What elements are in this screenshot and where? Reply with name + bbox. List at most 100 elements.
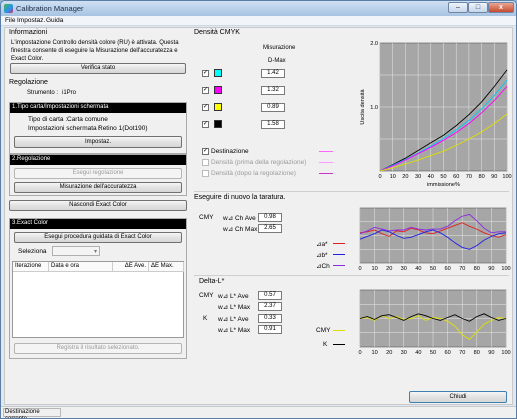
minimize-button[interactable]: – bbox=[448, 2, 468, 13]
strumento-value: i1Pro bbox=[62, 90, 77, 96]
x-tick-label: 70 bbox=[466, 174, 472, 180]
x-tick-label: 80 bbox=[478, 174, 484, 180]
maximize-button[interactable]: □ bbox=[468, 2, 488, 13]
info-text: L'impostazione Controllo densità colore … bbox=[11, 39, 179, 63]
client-area: Informazioni L'impostazione Controllo de… bbox=[4, 27, 513, 405]
destination-checkbox[interactable]: ✓ bbox=[202, 148, 209, 155]
magenta-dmax-value: 1.32 bbox=[261, 86, 285, 95]
impostaz-button[interactable]: Impostaz. bbox=[14, 136, 182, 148]
dmax-column-header: D-Max bbox=[268, 58, 286, 64]
delta-ab-chart: 0 10 20 30 40 50 60 70 80 90 100 bbox=[358, 207, 511, 272]
info-heading: Informazioni bbox=[9, 29, 48, 36]
menu-guida[interactable]: Guida bbox=[46, 17, 63, 24]
delta-l-heading: Delta-L* bbox=[199, 278, 225, 285]
x-tick-label: 0 bbox=[358, 266, 361, 272]
y-tick-label: 2.0 bbox=[370, 41, 378, 47]
status-text: Destinazione corrente bbox=[3, 408, 61, 418]
column-header-de-ave[interactable]: ΔE Ave. bbox=[113, 262, 149, 272]
info-text-line: L'impostazione Controllo densità colore … bbox=[11, 40, 179, 46]
cmy-l-ave-label: w⊿ L* Ave bbox=[218, 293, 249, 300]
close-window-button[interactable]: x bbox=[488, 2, 514, 13]
retune-cmy-label: CMY bbox=[199, 214, 214, 221]
seleziona-dropdown[interactable]: ▾ bbox=[52, 246, 100, 256]
cmy-l-max-value: 2.37 bbox=[258, 302, 282, 311]
x-tick-label: 50 bbox=[430, 266, 436, 272]
column-header-data-ora[interactable]: Data e ora bbox=[49, 262, 113, 272]
density-curve-chart: 0 10 20 30 40 50 60 70 80 90 100 1.0 2.0 immissione% U… bbox=[360, 41, 512, 188]
x-tick-label: 90 bbox=[488, 350, 494, 356]
x-tick-label: 90 bbox=[491, 174, 497, 180]
close-button[interactable]: Chiudi bbox=[409, 391, 507, 403]
section-divider bbox=[194, 191, 509, 192]
k-legend-label: K bbox=[323, 341, 328, 348]
cmy-legend-label: CMY bbox=[316, 327, 331, 334]
calibration-manager-window: Calibration Manager – □ x File Impostaz.… bbox=[0, 0, 517, 419]
x-tick-label: 60 bbox=[444, 266, 450, 272]
before-adjustment-label: Densità (prima della regolazione) bbox=[211, 159, 307, 166]
cmyk-heading: Densità CMYK bbox=[194, 29, 240, 36]
title-bar[interactable]: Calibration Manager – □ x bbox=[1, 1, 516, 16]
x-tick-label: 70 bbox=[459, 266, 465, 272]
section-divider bbox=[194, 275, 509, 276]
section-2-title: 2.Regolazione bbox=[10, 155, 186, 165]
register-result-button[interactable]: Registra il risultato selezionato. bbox=[14, 343, 182, 354]
x-tick-label: 70 bbox=[459, 350, 465, 356]
hide-exact-color-button[interactable]: Nascondi Exact Color bbox=[9, 200, 187, 211]
cmy-l-ave-value: 0.57 bbox=[258, 291, 282, 300]
delta-b-legend-line bbox=[333, 254, 345, 255]
delta-b-label: ⊿b* bbox=[316, 252, 328, 259]
cyan-checkbox[interactable]: ✓ bbox=[202, 70, 209, 77]
k-l-max-value: 0.91 bbox=[258, 325, 282, 334]
menu-impostaz[interactable]: Impostaz. bbox=[17, 17, 45, 24]
exact-color-wizard-button[interactable]: Esegui procedura guidata di Exact Color bbox=[14, 232, 182, 243]
screen-settings-label: Impostazioni schermata : bbox=[28, 125, 101, 132]
run-adjustment-button[interactable]: Esegui regolazione bbox=[14, 168, 182, 179]
column-header-de-max[interactable]: ΔE Max. bbox=[149, 262, 184, 272]
after-adjustment-legend-line bbox=[319, 173, 333, 174]
k-l-max-label: w⊿ L* Max bbox=[218, 327, 251, 334]
delta-ch-legend-line bbox=[333, 265, 345, 266]
exact-color-panel: 3.Exact Color Esegui procedura guidata d… bbox=[9, 218, 187, 359]
info-text-line: Exact Color. bbox=[11, 56, 44, 62]
k-legend-line bbox=[333, 344, 345, 345]
delta-l-cmy-label: CMY bbox=[199, 292, 214, 299]
ch-ave-label: w⊿ Ch Ave bbox=[223, 215, 256, 222]
before-adjustment-checkbox[interactable] bbox=[202, 159, 209, 166]
y-axis-label: Uscita densità bbox=[360, 89, 366, 125]
status-bar: Destinazione corrente bbox=[1, 406, 516, 418]
y-tick-label: 1.0 bbox=[370, 105, 378, 111]
magenta-checkbox[interactable]: ✓ bbox=[202, 87, 209, 94]
x-tick-label: 100 bbox=[502, 174, 511, 180]
after-adjustment-checkbox[interactable] bbox=[202, 170, 209, 177]
paper-type-label: Tipo di carta : bbox=[28, 116, 68, 123]
accuracy-measurement-button[interactable]: Misurazione dell'accuratezza bbox=[14, 182, 182, 193]
delta-ch-label: ⊿Ch bbox=[316, 263, 330, 270]
chevron-down-icon: ▾ bbox=[93, 249, 97, 255]
ch-max-label: w⊿ Ch Max bbox=[223, 226, 258, 233]
x-tick-label: 30 bbox=[401, 266, 407, 272]
cyan-swatch bbox=[214, 69, 222, 77]
measurement-column-header: Misurazione bbox=[263, 45, 296, 51]
cyan-dmax-value: 1.42 bbox=[261, 69, 285, 78]
section-1-title: 1.Tipo carta/Impostazioni schermata bbox=[10, 103, 186, 113]
exact-color-table[interactable]: Iterazione Data e ora ΔE Ave. ΔE Max. bbox=[12, 261, 184, 338]
x-tick-label: 0 bbox=[358, 350, 361, 356]
black-checkbox[interactable]: ✓ bbox=[202, 121, 209, 128]
k-l-ave-label: w⊿ L* Ave bbox=[218, 316, 249, 323]
cmy-l-max-label: w⊿ L* Max bbox=[218, 304, 251, 311]
delta-l-k-label: K bbox=[203, 315, 208, 322]
screen-settings-value: Retino 1(Dot190) bbox=[98, 125, 148, 132]
menu-file[interactable]: File bbox=[5, 17, 15, 24]
column-header-iterazione[interactable]: Iterazione bbox=[13, 262, 49, 272]
yellow-checkbox[interactable]: ✓ bbox=[202, 104, 209, 111]
x-tick-label: 10 bbox=[390, 174, 396, 180]
x-tick-label: 20 bbox=[386, 350, 392, 356]
retune-heading: Eseguire di nuovo la taratura. bbox=[194, 194, 286, 201]
paper-type-value: Carta comune bbox=[67, 116, 108, 123]
x-tick-label: 90 bbox=[488, 266, 494, 272]
black-swatch bbox=[214, 120, 222, 128]
regolazione-panel: 2.Regolazione Esegui regolazione Misuraz… bbox=[9, 154, 187, 196]
x-tick-label: 40 bbox=[415, 266, 421, 272]
x-tick-label: 60 bbox=[453, 174, 459, 180]
verify-status-button[interactable]: Verifica stato bbox=[10, 63, 186, 74]
